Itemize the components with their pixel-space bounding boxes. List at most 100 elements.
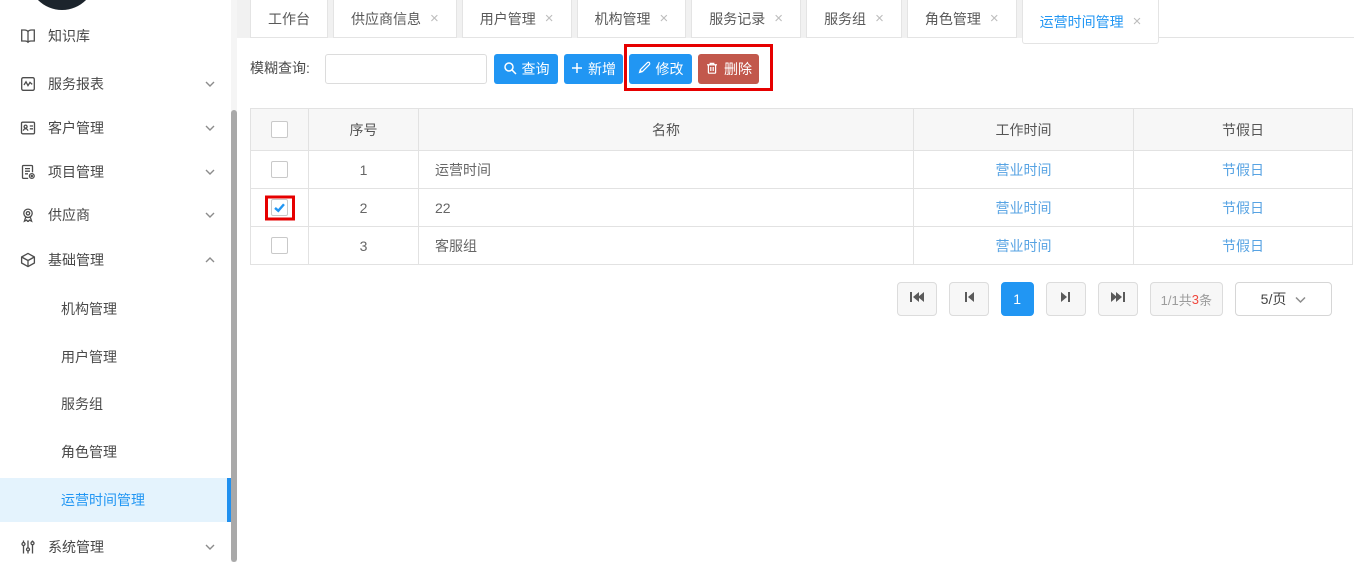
row-checkbox[interactable]: [271, 237, 288, 254]
close-icon[interactable]: ×: [660, 11, 669, 26]
supplier-icon: [19, 206, 37, 224]
sidebar-item-label: 基础管理: [48, 250, 104, 270]
first-page-button[interactable]: [897, 282, 937, 316]
first-page-icon: [909, 290, 925, 308]
page-info-suffix: 条: [1199, 290, 1212, 309]
query-button[interactable]: 查询: [494, 54, 558, 84]
avatar[interactable]: [28, 0, 96, 10]
page-size-select[interactable]: 5/页: [1235, 282, 1332, 316]
tab-role-management[interactable]: 角色管理 ×: [907, 0, 1017, 38]
work-time-link[interactable]: 营业时间: [914, 227, 1134, 265]
next-page-button[interactable]: [1046, 282, 1086, 316]
tab-label: 服务组: [824, 9, 866, 29]
plus-icon: [571, 61, 583, 77]
close-icon[interactable]: ×: [430, 11, 439, 26]
table-row: 2 22 营业时间 节假日: [251, 189, 1353, 227]
delete-button[interactable]: 删除: [698, 54, 759, 84]
table-row: 1 运营时间 营业时间 节假日: [251, 151, 1353, 189]
close-icon[interactable]: ×: [990, 11, 999, 26]
sidebar-item-label: 供应商: [48, 205, 90, 225]
chevron-down-icon: [205, 167, 215, 177]
chevron-down-icon: [205, 210, 215, 220]
sidebar-item-system-management[interactable]: 系统管理: [0, 525, 231, 569]
tab-operation-time-management[interactable]: 运营时间管理 ×: [1022, 0, 1160, 44]
report-icon: [19, 75, 37, 93]
sidebar-item-service-report[interactable]: 服务报表: [0, 62, 231, 106]
sidebar-item-label: 系统管理: [48, 537, 104, 557]
page-number-button[interactable]: 1: [1001, 282, 1034, 316]
row-checkbox[interactable]: [271, 161, 288, 178]
chevron-up-icon: [205, 255, 215, 265]
sidebar-subitem-service-group[interactable]: 服务组: [0, 382, 231, 426]
last-page-button[interactable]: [1098, 282, 1138, 316]
next-page-icon: [1060, 290, 1072, 308]
tab-strip: 工作台 供应商信息 × 用户管理 × 机构管理 × 服务记录 × 服务组 ×: [237, 0, 1159, 38]
project-icon: [19, 163, 37, 181]
fuzzy-query-input[interactable]: [325, 54, 487, 84]
last-page-icon: [1110, 290, 1126, 308]
sidebar-subitem-org-management[interactable]: 机构管理: [0, 287, 231, 331]
sidebar-item-label: 知识库: [48, 26, 90, 46]
prev-page-button[interactable]: [949, 282, 989, 316]
close-icon[interactable]: ×: [545, 11, 554, 26]
work-time-link[interactable]: 营业时间: [914, 151, 1134, 189]
tab-workbench[interactable]: 工作台: [250, 0, 328, 38]
header-holiday: 节假日: [1134, 109, 1353, 151]
sidebar-item-knowledge-base[interactable]: 知识库: [0, 14, 231, 58]
sidebar-subitem-role-management[interactable]: 角色管理: [0, 430, 231, 474]
sidebar-item-basic-management[interactable]: 基础管理: [0, 238, 231, 282]
tab-service-group[interactable]: 服务组 ×: [806, 0, 902, 38]
add-button[interactable]: 新增: [564, 54, 623, 84]
close-icon[interactable]: ×: [1133, 14, 1142, 29]
edit-button[interactable]: 修改: [629, 54, 692, 84]
sidebar-item-project-management[interactable]: 项目管理: [0, 150, 231, 194]
sidebar-item-supplier[interactable]: 供应商: [0, 193, 231, 237]
sidebar-item-label: 客户管理: [48, 118, 104, 138]
tab-service-record[interactable]: 服务记录 ×: [691, 0, 801, 38]
row-checkbox-checked[interactable]: [271, 199, 288, 216]
page-info: 1/1共3条: [1150, 282, 1223, 316]
tab-label: 角色管理: [925, 9, 981, 29]
sidebar-subitem-label: 服务组: [61, 394, 103, 414]
page-size-label: 5/页: [1261, 289, 1287, 309]
tab-label: 机构管理: [595, 9, 651, 29]
sidebar-item-customer-management[interactable]: 客户管理: [0, 106, 231, 150]
sidebar-subitem-label: 运营时间管理: [61, 490, 145, 510]
table-row: 3 客服组 营业时间 节假日: [251, 227, 1353, 265]
select-all-checkbox[interactable]: [271, 121, 288, 138]
chevron-down-icon: [205, 123, 215, 133]
tab-supplier-info[interactable]: 供应商信息 ×: [333, 0, 457, 38]
holiday-link[interactable]: 节假日: [1134, 189, 1353, 227]
tab-org-management[interactable]: 机构管理 ×: [577, 0, 687, 38]
data-table: 序号 名称 工作时间 节假日 1 运营时间 营业时间 节假日 2 22: [250, 108, 1353, 265]
pagination: 1 1/1共3条 5/页: [897, 282, 1332, 316]
row-name: 运营时间: [419, 151, 914, 189]
tab-label: 用户管理: [480, 9, 536, 29]
work-time-link[interactable]: 营业时间: [914, 189, 1134, 227]
sidebar-item-label: 服务报表: [48, 74, 104, 94]
sidebar-item-label: 项目管理: [48, 162, 104, 182]
close-icon[interactable]: ×: [875, 11, 884, 26]
sidebar-subitem-operation-time-management[interactable]: 运营时间管理: [0, 478, 231, 522]
row-no: 1: [309, 151, 419, 189]
add-button-label: 新增: [588, 59, 616, 79]
row-no: 3: [309, 227, 419, 265]
table-header-row: 序号 名称 工作时间 节假日: [251, 109, 1353, 151]
holiday-link[interactable]: 节假日: [1134, 151, 1353, 189]
sidebar: 知识库 服务报表 客户管理 项目管理 供应商 基础管理: [0, 0, 231, 562]
query-button-label: 查询: [522, 59, 550, 79]
trash-icon: [705, 61, 719, 78]
main-content: 工作台 供应商信息 × 用户管理 × 机构管理 × 服务记录 × 服务组 ×: [237, 0, 1354, 562]
header-work-time: 工作时间: [914, 109, 1134, 151]
sidebar-subitem-label: 角色管理: [61, 442, 117, 462]
sidebar-subitem-user-management[interactable]: 用户管理: [0, 335, 231, 379]
tab-bar: 工作台 供应商信息 × 用户管理 × 机构管理 × 服务记录 × 服务组 ×: [237, 0, 1354, 38]
tab-label: 工作台: [268, 9, 310, 29]
header-select-all: [251, 109, 309, 151]
row-name: 22: [419, 189, 914, 227]
cube-icon: [19, 251, 37, 269]
tab-user-management[interactable]: 用户管理 ×: [462, 0, 572, 38]
delete-button-label: 删除: [724, 59, 752, 79]
close-icon[interactable]: ×: [774, 11, 783, 26]
holiday-link[interactable]: 节假日: [1134, 227, 1353, 265]
